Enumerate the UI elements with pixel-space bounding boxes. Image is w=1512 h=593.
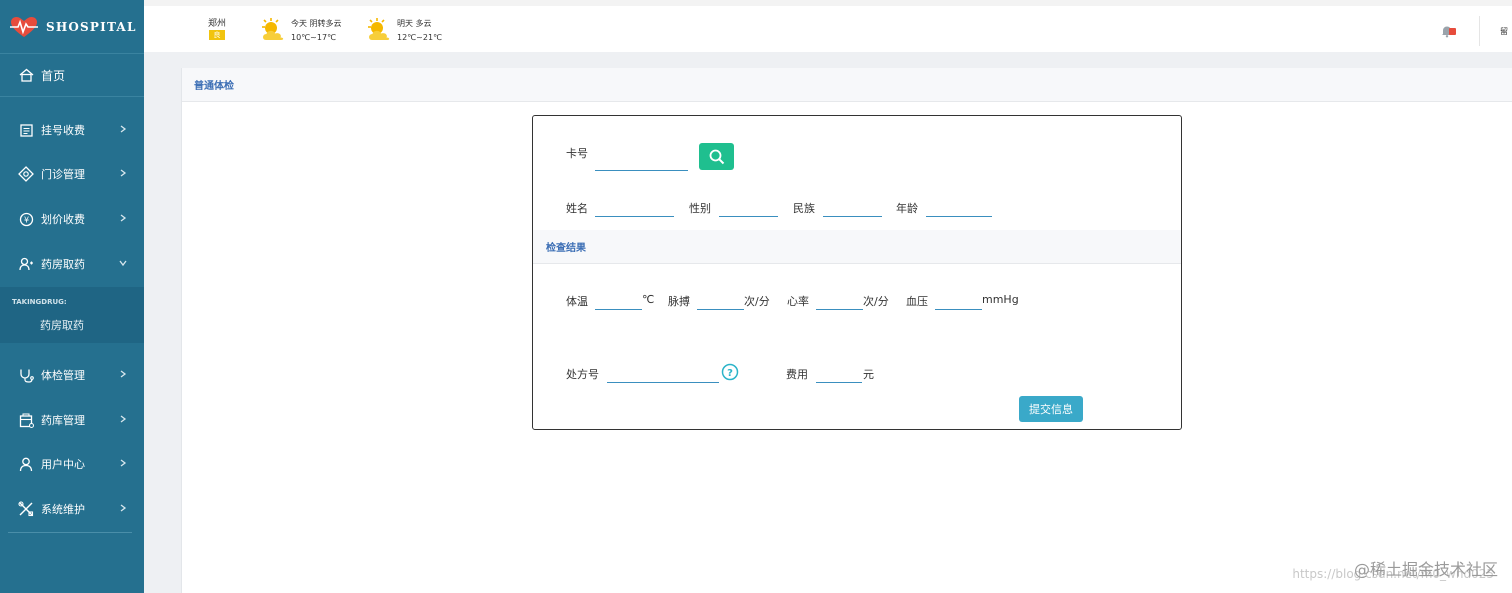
notification-badge	[1449, 28, 1456, 35]
sidebar-item-pricing[interactable]: ¥ 划价收费	[0, 199, 144, 239]
result-section-header: 检查结果	[533, 230, 1181, 264]
heart-rate-unit: 次/分	[863, 295, 889, 308]
fee-input[interactable]	[816, 382, 862, 383]
watermark: @稀土掘金技术社区	[1353, 560, 1498, 579]
blood-pressure-unit: mmHg	[982, 293, 1019, 306]
temperature-label: 体温	[566, 295, 588, 308]
pulse-input[interactable]	[697, 309, 744, 310]
result-section-title: 检查结果	[546, 243, 586, 254]
svg-text:?: ?	[727, 368, 733, 379]
chevron-right-icon	[120, 504, 127, 512]
home-icon	[18, 67, 34, 83]
ethnicity-label: 民族	[793, 202, 815, 215]
chevron-down-icon	[119, 260, 127, 267]
heartbeat-logo-icon	[10, 16, 38, 37]
chevron-right-icon	[120, 169, 127, 177]
temperature-input[interactable]	[595, 309, 642, 310]
sidebar-item-label: 门诊管理	[41, 168, 85, 181]
cloudy-sun-icon	[262, 18, 284, 40]
stethoscope-icon	[18, 367, 34, 383]
brand-name: SHOSPITAL	[46, 19, 137, 34]
brand-logo[interactable]: SHOSPITAL	[0, 0, 144, 54]
top-bar: 郑州 良 今天 阴转多云 10℃~17℃ 明天 多云 12℃~21℃ 留	[144, 0, 1512, 52]
pharmacy-icon	[18, 256, 34, 272]
temperature-unit: ℃	[642, 293, 655, 306]
weather-city: 郑州	[208, 19, 227, 29]
sidebar-item-storage[interactable]: 药库管理	[0, 400, 144, 440]
sidebar-item-checkup[interactable]: 体检管理	[0, 355, 144, 395]
submit-button[interactable]: 提交信息	[1019, 396, 1083, 422]
pharmacy-submenu: TAKINGDRUG: 药房取药	[0, 287, 144, 343]
submenu-item-taking-drug[interactable]: 药房取药	[40, 317, 84, 333]
page-title: 普通体检	[194, 81, 234, 92]
sidebar-item-label: 首页	[41, 68, 66, 83]
pulse-label: 脉搏	[668, 295, 690, 308]
blood-pressure-input[interactable]	[935, 309, 982, 310]
top-right-label[interactable]: 留	[1500, 26, 1512, 37]
chevron-right-icon	[120, 415, 127, 423]
top-divider	[1479, 16, 1480, 46]
age-label: 年龄	[896, 202, 918, 215]
chevron-right-icon	[120, 214, 127, 222]
card-number-input[interactable]	[595, 170, 688, 171]
heart-rate-label: 心率	[787, 295, 809, 308]
blood-pressure-label: 血压	[906, 295, 928, 308]
name-label: 姓名	[566, 202, 588, 215]
user-icon	[18, 456, 34, 472]
submenu-title: TAKINGDRUG:	[12, 298, 67, 306]
tools-icon	[18, 501, 34, 517]
sidebar-item-user-center[interactable]: 用户中心	[0, 444, 144, 484]
weather-tomorrow-temp: 12℃~21℃	[397, 33, 443, 42]
sidebar-item-home[interactable]: 首页	[0, 54, 144, 97]
name-input[interactable]	[595, 216, 674, 217]
age-input[interactable]	[926, 216, 992, 217]
prescription-input[interactable]	[607, 382, 719, 383]
weather-today-text: 今天 阴转多云 10℃~17℃	[291, 17, 342, 45]
sidebar-item-label: 体检管理	[41, 369, 85, 382]
sidebar-item-outpatient[interactable]: 门诊管理	[0, 154, 144, 194]
sidebar-item-register[interactable]: 挂号收费	[0, 110, 144, 150]
gender-label: 性别	[689, 202, 711, 215]
weather-tomorrow: 明天 多云 12℃~21℃	[365, 17, 442, 45]
ethnicity-input[interactable]	[823, 216, 882, 217]
register-icon	[18, 122, 34, 138]
sidebar: SHOSPITAL 首页 挂号收费 门诊管理 ¥ 划价收费 药房取药 TAKIN…	[0, 0, 144, 593]
cloudy-sun-icon	[368, 18, 390, 40]
gender-input[interactable]	[719, 216, 778, 217]
checkup-form: 卡号 姓名 性别 民族 年龄 检查结果 体温 ℃ 脉搏 次/分 心率 次/分 血…	[532, 115, 1182, 430]
sidebar-item-label: 药房取药	[41, 258, 85, 271]
weather-today-temp: 10℃~17℃	[291, 33, 337, 42]
sidebar-item-label: 划价收费	[41, 213, 85, 226]
weather-today-desc: 今天 阴转多云	[291, 19, 342, 28]
weather-today: 今天 阴转多云 10℃~17℃	[259, 17, 342, 45]
help-icon[interactable]: ?	[721, 363, 739, 381]
sidebar-item-pharmacy[interactable]: 药房取药	[0, 244, 144, 284]
weather-tomorrow-text: 明天 多云 12℃~21℃	[397, 17, 442, 45]
panel-header: 普通体检	[182, 68, 1512, 102]
prescription-label: 处方号	[566, 368, 599, 381]
search-button[interactable]	[699, 143, 734, 170]
chevron-right-icon	[120, 125, 127, 133]
sidebar-item-label: 药库管理	[41, 414, 85, 427]
pulse-unit: 次/分	[744, 295, 770, 308]
air-quality-badge: 良	[209, 30, 225, 40]
fee-label: 费用	[786, 368, 808, 381]
chevron-right-icon	[120, 370, 127, 378]
sidebar-item-label: 挂号收费	[41, 124, 85, 137]
fee-unit: 元	[863, 368, 874, 381]
card-number-label: 卡号	[566, 147, 588, 160]
pricing-icon: ¥	[18, 211, 34, 227]
sidebar-item-label: 用户中心	[41, 458, 85, 471]
chevron-right-icon	[120, 459, 127, 467]
sidebar-item-system[interactable]: 系统维护	[0, 489, 144, 529]
heart-rate-input[interactable]	[816, 309, 863, 310]
search-icon	[709, 149, 724, 164]
sidebar-item-label: 系统维护	[41, 503, 85, 516]
diamond-icon	[18, 166, 34, 182]
weather-tomorrow-desc: 明天 多云	[397, 19, 432, 28]
sidebar-divider	[8, 532, 132, 533]
storage-icon	[18, 412, 34, 428]
svg-text:¥: ¥	[23, 215, 28, 224]
